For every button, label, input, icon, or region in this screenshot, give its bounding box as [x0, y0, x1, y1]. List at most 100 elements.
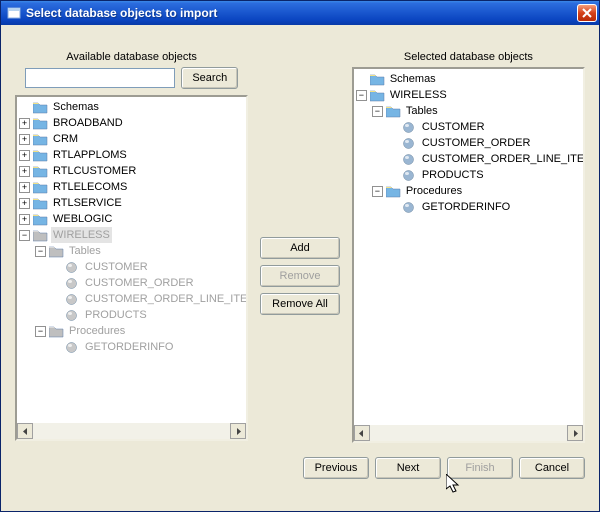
schema-item[interactable]: +CRM [19, 131, 246, 147]
available-tree[interactable]: Schemas+BROADBAND+CRM+RTLAPPLOMS+RTLCUST… [15, 95, 248, 441]
object-icon [402, 169, 417, 182]
tree-label: RTLCUSTOMER [51, 163, 138, 179]
folder-icon [33, 149, 48, 162]
folder-icon [370, 73, 385, 86]
folder-icon [33, 117, 48, 130]
scroll-left-icon[interactable] [17, 423, 33, 439]
tree-label: CUSTOMER_ORDER_LINE_ITEM [83, 291, 248, 307]
tree-label: PRODUCTS [420, 167, 486, 183]
folder-icon [386, 105, 401, 118]
remove-all-button[interactable]: Remove All [260, 293, 340, 315]
scroll-track[interactable] [370, 425, 567, 441]
folder-icon [49, 325, 64, 338]
object-item[interactable]: CUSTOMER [356, 119, 583, 135]
schema-item[interactable]: +RTLAPPLOMS [19, 147, 246, 163]
expand-icon[interactable]: + [19, 182, 30, 193]
group-item[interactable]: −Procedures [356, 183, 583, 199]
expand-icon[interactable]: + [19, 166, 30, 177]
object-item[interactable]: GETORDERINFO [356, 199, 583, 215]
group-item[interactable]: − Procedures [19, 323, 246, 339]
tree-label: WIRELESS [51, 227, 112, 243]
folder-icon [33, 197, 48, 210]
scrollbar-horizontal[interactable] [354, 425, 583, 441]
schema-item-disabled[interactable]: − WIRELESS [19, 227, 246, 243]
group-item[interactable]: − Tables [356, 103, 583, 119]
object-icon [65, 261, 80, 274]
collapse-icon[interactable]: − [356, 90, 367, 101]
folder-icon [33, 213, 48, 226]
available-title: Available database objects [15, 49, 248, 67]
close-button[interactable] [577, 4, 597, 22]
selected-title: Selected database objects [352, 49, 585, 67]
schema-item[interactable]: + RTLCUSTOMER [19, 163, 246, 179]
object-icon [65, 277, 80, 290]
tree-root[interactable]: Schemas [19, 99, 246, 115]
remove-button: Remove [260, 265, 340, 287]
tree-label: Schemas [388, 71, 438, 87]
object-item[interactable]: PRODUCTS [356, 167, 583, 183]
collapse-icon[interactable]: − [372, 186, 383, 197]
selected-tree[interactable]: Schemas−WIRELESS−TablesCUSTOMERCUSTOMER_… [352, 67, 585, 443]
folder-icon [33, 181, 48, 194]
tree-label: Procedures [67, 323, 127, 339]
tree-label: WIRELESS [388, 87, 449, 103]
folder-icon [386, 185, 401, 198]
schema-item[interactable]: − WIRELESS [356, 87, 583, 103]
expand-icon[interactable]: + [19, 214, 30, 225]
object-item[interactable]: CUSTOMER [19, 259, 246, 275]
group-item[interactable]: −Tables [19, 243, 246, 259]
scroll-right-icon[interactable] [567, 425, 583, 441]
collapse-icon[interactable]: − [35, 326, 46, 337]
footer-buttons: Previous Next Finish Cancel [15, 443, 585, 493]
object-icon [402, 153, 417, 166]
object-icon [402, 137, 417, 150]
object-icon [402, 201, 417, 214]
schema-item[interactable]: + RTLSERVICE [19, 195, 246, 211]
folder-icon [370, 89, 385, 102]
search-button[interactable]: Search [181, 67, 238, 89]
object-item[interactable]: CUSTOMER_ORDER [356, 135, 583, 151]
cancel-button[interactable]: Cancel [519, 457, 585, 479]
tree-label: GETORDERINFO [420, 199, 512, 215]
tree-root[interactable]: Schemas [356, 71, 583, 87]
dialog-window: Select database objects to import Availa… [0, 0, 600, 512]
object-item[interactable]: CUSTOMER_ORDER_LINE_ITEM [356, 151, 583, 167]
expand-icon[interactable]: + [19, 118, 30, 129]
schema-item[interactable]: + WEBLOGIC [19, 211, 246, 227]
dialog-content: Available database objects Search Schema… [1, 25, 599, 511]
tree-label: Tables [404, 103, 440, 119]
next-button[interactable]: Next [375, 457, 441, 479]
tree-label: GETORDERINFO [83, 339, 175, 355]
tree-label: RTLSERVICE [51, 195, 124, 211]
scroll-right-icon[interactable] [230, 423, 246, 439]
previous-button[interactable]: Previous [303, 457, 369, 479]
selected-panel: Selected database objects Schemas−WIRELE… [352, 49, 585, 443]
object-item[interactable]: PRODUCTS [19, 307, 246, 323]
scroll-track[interactable] [33, 423, 230, 439]
tree-label: Schemas [51, 99, 101, 115]
add-button[interactable]: Add [260, 237, 340, 259]
tree-label: WEBLOGIC [51, 211, 114, 227]
object-icon [65, 293, 80, 306]
schema-item[interactable]: + RTLELECOMS [19, 179, 246, 195]
app-icon [7, 6, 21, 20]
object-item[interactable]: GETORDERINFO [19, 339, 246, 355]
object-item[interactable]: CUSTOMER_ORDER [19, 275, 246, 291]
expand-icon[interactable]: + [19, 198, 30, 209]
title-bar[interactable]: Select database objects to import [1, 1, 599, 25]
scroll-left-icon[interactable] [354, 425, 370, 441]
collapse-icon[interactable]: − [372, 106, 383, 117]
scrollbar-horizontal[interactable] [17, 423, 246, 439]
schema-item[interactable]: +BROADBAND [19, 115, 246, 131]
folder-icon [33, 165, 48, 178]
panels-row: Available database objects Search Schema… [15, 25, 585, 443]
search-input[interactable] [25, 68, 175, 88]
collapse-icon[interactable]: − [19, 230, 30, 241]
tree-label: RTLELECOMS [51, 179, 129, 195]
expand-icon[interactable]: + [19, 134, 30, 145]
transfer-buttons: Add Remove Remove All [248, 49, 352, 443]
tree-label: CUSTOMER_ORDER_LINE_ITEM [420, 151, 585, 167]
expand-icon[interactable]: + [19, 150, 30, 161]
object-item[interactable]: CUSTOMER_ORDER_LINE_ITEM [19, 291, 246, 307]
collapse-icon[interactable]: − [35, 246, 46, 257]
